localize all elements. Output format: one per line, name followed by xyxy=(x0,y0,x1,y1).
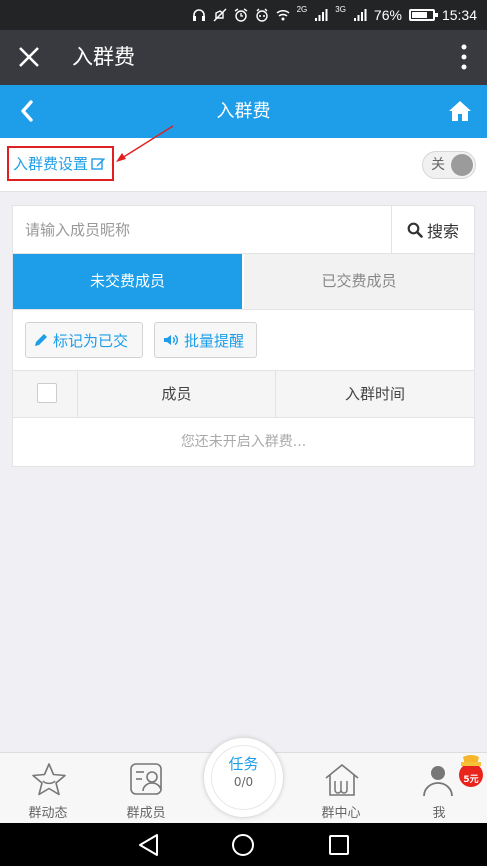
task-count: 0/0 xyxy=(233,775,254,789)
batch-remind-label: 批量提醒 xyxy=(184,331,245,350)
close-icon[interactable] xyxy=(14,42,44,72)
select-all-checkbox[interactable] xyxy=(37,383,57,403)
search-button-label: 搜索 xyxy=(426,221,459,241)
signal-icon xyxy=(315,9,328,21)
more-options-icon[interactable] xyxy=(459,42,469,72)
column-member: 成员 xyxy=(78,371,276,417)
status-icons: 2G 3G 76% 15:34 xyxy=(192,6,477,24)
pencil-icon xyxy=(35,334,47,346)
task-label: 任务 xyxy=(228,755,259,773)
star-icon xyxy=(32,763,66,796)
tab-paid-members[interactable]: 已交费成员 xyxy=(244,254,474,309)
nav-label-me: 我 xyxy=(432,806,446,821)
mark-paid-label: 标记为已交 xyxy=(53,331,129,350)
action-row: 标记为已交 批量提醒 xyxy=(13,309,474,371)
mute-icon xyxy=(213,8,227,22)
members-icon xyxy=(130,763,162,795)
search-input[interactable] xyxy=(13,206,391,253)
task-button[interactable]: 任务 0/0 xyxy=(203,737,284,818)
nav-label-members: 群成员 xyxy=(126,806,166,821)
signal-icon-2 xyxy=(353,9,367,21)
status-time: 15:34 xyxy=(441,7,477,23)
select-all-cell xyxy=(13,371,78,417)
home-center-icon xyxy=(325,764,359,796)
fee-setting-link[interactable]: 入群费设置 xyxy=(7,146,115,181)
table-header: 成员 入群时间 xyxy=(13,370,474,418)
nav-me[interactable]: 我 xyxy=(391,753,487,824)
nav-group-center[interactable]: 群中心 xyxy=(293,753,389,824)
network-3g-label: 3G xyxy=(335,5,346,14)
nav-group-members[interactable]: 群成员 xyxy=(98,753,194,824)
alarm-icon xyxy=(234,8,247,22)
toggle-label: 关 xyxy=(431,157,445,173)
nav-label-feed: 群动态 xyxy=(28,806,68,821)
search-icon xyxy=(407,222,423,238)
wechat-title: 入群费 xyxy=(72,45,135,69)
battery-icon xyxy=(408,9,438,21)
speaker-icon xyxy=(164,334,179,346)
search-button[interactable]: 搜索 xyxy=(391,206,474,253)
battery-percent: 76% xyxy=(373,7,402,23)
person-icon xyxy=(423,766,453,797)
back-triangle-icon[interactable] xyxy=(136,832,162,858)
home-circle-icon[interactable] xyxy=(230,832,256,858)
batch-remind-button[interactable]: 批量提醒 xyxy=(154,322,257,358)
wifi-icon xyxy=(276,9,290,21)
toggle-knob xyxy=(451,154,473,176)
empty-message: 您还未开启入群费... xyxy=(180,434,307,450)
tab-bar: 未交费成员 已交费成员 xyxy=(13,254,474,309)
page-header: 入群费 xyxy=(0,85,487,138)
android-nav-bar xyxy=(0,823,487,866)
gift-badge-label: 5元 xyxy=(463,775,479,785)
wechat-title-bar: 入群费 xyxy=(0,30,487,85)
fee-toggle[interactable]: 关 xyxy=(422,151,476,179)
member-panel: 搜索 未交费成员 已交费成员 标记为已交 批量提醒 成员 入群时间 您还未开启入… xyxy=(12,205,475,467)
network-2g-label: 2G xyxy=(296,5,308,14)
mark-paid-button[interactable]: 标记为已交 xyxy=(25,322,143,358)
edit-icon xyxy=(91,158,106,170)
nav-label-center: 群中心 xyxy=(321,806,361,821)
fee-settings-row: 入群费设置 关 xyxy=(0,138,487,192)
page-title: 入群费 xyxy=(216,101,271,122)
home-icon[interactable] xyxy=(447,98,473,124)
column-join-time: 入群时间 xyxy=(344,385,405,403)
tab-unpaid-members[interactable]: 未交费成员 xyxy=(13,254,242,309)
search-row: 搜索 xyxy=(13,206,474,254)
status-bar: 2G 3G 76% 15:34 xyxy=(0,0,487,30)
eye-icon xyxy=(255,8,268,22)
fee-setting-label: 入群费设置 xyxy=(13,155,89,173)
recent-apps-icon[interactable] xyxy=(326,832,352,858)
headphones-icon xyxy=(192,9,205,21)
nav-group-feed[interactable]: 群动态 xyxy=(0,753,96,824)
